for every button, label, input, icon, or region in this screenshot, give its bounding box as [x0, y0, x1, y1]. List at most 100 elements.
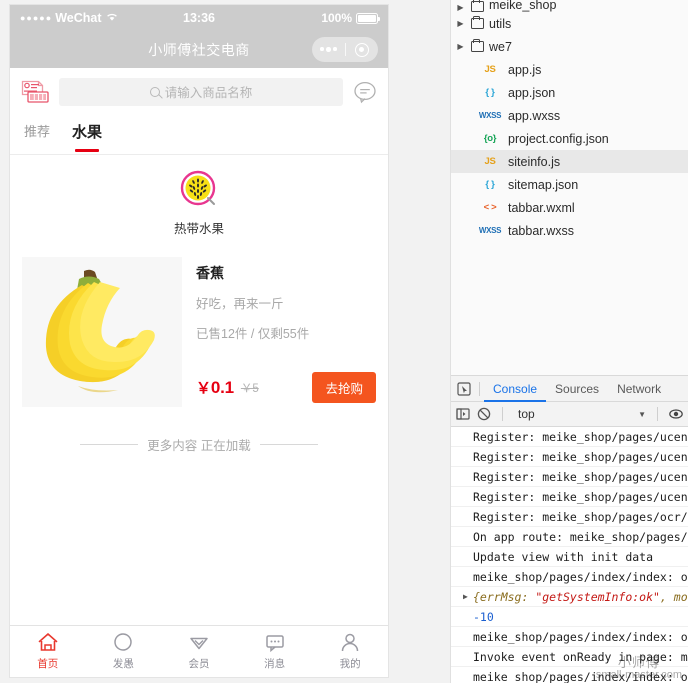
- passion-fruit-icon: [178, 169, 220, 211]
- tab-recommend[interactable]: 推荐: [24, 121, 50, 148]
- inspect-cursor-icon[interactable]: [453, 381, 475, 396]
- console-line[interactable]: ▶ {errMsg: "getSystemInfo:ok", mo: [451, 587, 688, 607]
- tabbar-item-home[interactable]: 首页: [10, 626, 86, 677]
- file-tree-folder[interactable]: ▶ we7: [451, 35, 688, 58]
- file-tree-folder[interactable]: ▶ utils: [451, 12, 688, 35]
- eye-icon[interactable]: [669, 407, 683, 421]
- content-scroll[interactable]: 热带水果 香蕉 好吃，再来一斤 已售12件 / 仅剩55件 ￥0.1 ￥5 去抢…: [10, 155, 388, 625]
- carrier-label: WeChat: [55, 11, 102, 25]
- circle-icon: [112, 632, 134, 653]
- console-line[interactable]: Register: meike_shop/pages/ucent: [451, 487, 688, 507]
- file-name: utils: [489, 16, 512, 31]
- file-tree-file[interactable]: { } sitemap.json: [451, 173, 688, 196]
- status-right: 100%: [215, 11, 381, 25]
- console-toolbar: top ▼: [451, 402, 688, 427]
- file-type-icon: { }: [485, 179, 495, 190]
- folder-icon: [471, 38, 484, 52]
- devtools-pane: ▶ meike_shop ▶ utils ▶ we7 JS app.js { } app.json…: [450, 0, 688, 683]
- tab-fruit[interactable]: 水果: [72, 121, 102, 150]
- category-item-tropical-fruit[interactable]: 热带水果: [163, 169, 235, 237]
- chevron-down-icon: ▼: [638, 409, 646, 419]
- file-name: app.js: [508, 62, 542, 77]
- show-sidebar-icon[interactable]: [456, 407, 470, 421]
- file-tree[interactable]: ▶ meike_shop ▶ utils ▶ we7 JS app.js { } app.json…: [451, 0, 688, 375]
- file-type-icon: JS: [484, 64, 496, 75]
- file-name: project.config.json: [508, 131, 609, 146]
- buy-button[interactable]: 去抢购: [312, 372, 376, 403]
- console-string: "getSystemInfo:ok": [535, 590, 660, 604]
- console-line[interactable]: Register: meike_shop/pages/ucent: [451, 427, 688, 447]
- file-tree-file[interactable]: { } app.json: [451, 81, 688, 104]
- file-tree-file[interactable]: WXSS app.wxss: [451, 104, 688, 127]
- more-dots-icon[interactable]: [312, 47, 345, 52]
- tab-console[interactable]: Console: [484, 376, 547, 402]
- category-row: 热带水果: [10, 155, 388, 247]
- console-line[interactable]: -10: [451, 607, 688, 627]
- product-old-price: ￥5: [240, 382, 259, 395]
- home-icon: [37, 632, 59, 653]
- toolbar-divider: [502, 407, 503, 421]
- file-tree-file[interactable]: JS app.js: [451, 58, 688, 81]
- tabbar-label: 发愚: [112, 658, 134, 670]
- file-type-icon: JS: [484, 156, 496, 167]
- category-label: 热带水果: [173, 222, 224, 236]
- tabbar-item-mine[interactable]: 我的: [312, 626, 388, 677]
- file-tree-folder[interactable]: ▶ meike_shop: [451, 0, 688, 12]
- product-desc: 好吃，再来一斤: [196, 297, 284, 311]
- context-selector[interactable]: top ▼: [514, 407, 646, 421]
- console-output[interactable]: Register: meike_shop/pages/ucent Register…: [451, 427, 688, 683]
- tabbar-item-member[interactable]: 会员: [161, 626, 237, 677]
- console-line[interactable]: Register: meike_shop/pages/ocr/i: [451, 507, 688, 527]
- target-circle-icon[interactable]: [346, 42, 379, 57]
- product-card[interactable]: 香蕉 好吃，再来一斤 已售12件 / 仅剩55件 ￥0.1 ￥5 去抢购: [10, 247, 388, 413]
- tab-network[interactable]: Network: [608, 376, 670, 402]
- currency-symbol: ￥: [196, 380, 211, 397]
- loading-text: 更多内容 正在加载: [147, 439, 251, 453]
- devtools-divider: [479, 381, 480, 396]
- wechat-capsule[interactable]: [312, 37, 378, 62]
- file-tree-file[interactable]: WXSS tabbar.wxss: [451, 219, 688, 242]
- file-tree-file[interactable]: < > tabbar.wxml: [451, 196, 688, 219]
- product-price: ￥0.1: [196, 377, 234, 398]
- wifi-icon: [106, 11, 118, 25]
- tab-sources[interactable]: Sources: [546, 376, 608, 402]
- search-input[interactable]: 请输入商品名称: [59, 77, 343, 106]
- bottom-tabbar: 首页 发愚 会员 消息 我的: [10, 625, 388, 677]
- console-line[interactable]: On app route: meike_shop/pages/i: [451, 527, 688, 547]
- product-stock: 已售12件 / 仅剩55件: [196, 327, 310, 341]
- file-name: app.wxss: [508, 108, 561, 123]
- file-type-icon: { }: [485, 87, 495, 98]
- product-price-row: ￥0.1 ￥5 去抢购: [196, 372, 376, 407]
- console-line[interactable]: Invoke event onReady in page: me: [451, 647, 688, 667]
- tabbar-item-discover[interactable]: 发愚: [86, 626, 162, 677]
- chevron-right-icon[interactable]: ▶: [455, 19, 466, 28]
- message-icon: [264, 632, 286, 653]
- loading-more: 更多内容 正在加载: [10, 435, 388, 454]
- screen-root: ●●●●● WeChat 13:36 100% 小师傅社交电商 请输入商品名称 …: [0, 0, 688, 683]
- chevron-right-icon[interactable]: ▶: [455, 42, 466, 51]
- ios-status-bar: ●●●●● WeChat 13:36 100%: [10, 5, 388, 31]
- chevron-right-icon[interactable]: ▶: [455, 3, 466, 12]
- search-placeholder: 请输入商品名称: [164, 86, 253, 100]
- file-name: siteinfo.js: [508, 154, 561, 169]
- file-name: app.json: [508, 85, 556, 100]
- console-line[interactable]: meike_shop/pages/index/index: on: [451, 567, 688, 587]
- chat-bubble-icon[interactable]: [352, 79, 378, 105]
- folder-icon: [471, 0, 484, 12]
- console-line[interactable]: Register: meike_shop/pages/ucent: [451, 447, 688, 467]
- console-line[interactable]: Register: meike_shop/pages/ucent: [451, 467, 688, 487]
- status-left: ●●●●● WeChat: [20, 11, 183, 25]
- price-value: 0.1: [210, 378, 234, 397]
- certificate-icon[interactable]: [20, 79, 50, 105]
- search-icon: [149, 86, 160, 97]
- tabbar-item-message[interactable]: 消息: [237, 626, 313, 677]
- clear-console-icon[interactable]: [477, 407, 491, 421]
- file-tree-file[interactable]: JS siteinfo.js: [451, 150, 688, 173]
- console-line[interactable]: meike_shop/pages/index/index: on: [451, 667, 688, 683]
- console-line[interactable]: meike_shop/pages/index/index: on: [451, 627, 688, 647]
- console-line[interactable]: Update view with init data: [451, 547, 688, 567]
- expand-arrow-icon[interactable]: ▶: [463, 587, 468, 606]
- diamond-icon: [188, 632, 210, 653]
- file-tree-file[interactable]: {o} project.config.json: [451, 127, 688, 150]
- category-tabs: 推荐 水果: [10, 115, 388, 155]
